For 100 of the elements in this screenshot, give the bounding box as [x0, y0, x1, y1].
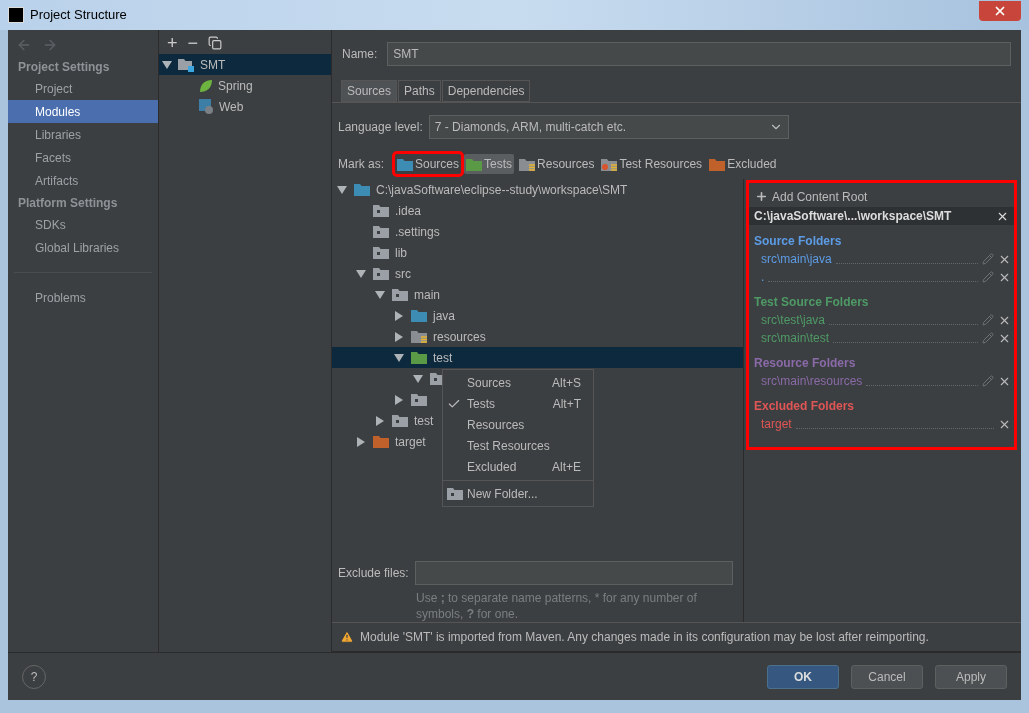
nav-item[interactable]: Libraries [8, 123, 158, 146]
folder-name: main [414, 286, 440, 304]
nav-item[interactable]: Project [8, 77, 158, 100]
exclude-files-field[interactable] [414, 561, 733, 585]
folder-name: test [433, 349, 453, 367]
mark-as-button[interactable]: Test Resources [599, 154, 705, 174]
menu-item[interactable]: Sources Alt+S [443, 372, 593, 393]
leaf-icon [199, 78, 213, 93]
mark-as-button[interactable]: Tests [464, 154, 515, 174]
menu-item[interactable]: Resources [443, 414, 593, 435]
tab[interactable]: Paths [398, 80, 441, 102]
module-folder-icon [178, 57, 194, 72]
warning-icon [340, 630, 354, 644]
folder-icon [373, 267, 389, 280]
folder-path: src\main\resources [761, 373, 863, 390]
copy-icon[interactable] [208, 36, 223, 50]
folder-group-title: Test Source Folders [753, 293, 870, 311]
collapse-arrow-icon[interactable] [413, 373, 423, 384]
collapse-arrow-icon[interactable] [356, 268, 366, 279]
tree-item[interactable]: main [374, 284, 440, 305]
expand-arrow-icon[interactable] [356, 436, 366, 447]
ok-button[interactable]: OK [767, 664, 839, 689]
new-folder-icon [447, 487, 463, 500]
tree-item[interactable]: java [393, 305, 455, 326]
name-field[interactable]: SMT [387, 42, 1011, 66]
folder-name: test [414, 412, 434, 430]
nav-item[interactable]: Problems [8, 286, 158, 309]
dialog-button[interactable]: Cancel [851, 664, 923, 689]
menu-item[interactable]: Excluded Alt+E [443, 456, 593, 477]
folder-icon [354, 183, 370, 196]
tree-item[interactable]: target [355, 431, 426, 452]
plus-icon [755, 190, 768, 203]
nav-item[interactable]: Global Libraries [8, 236, 158, 259]
expand-arrow-icon[interactable] [394, 310, 404, 321]
folder-name: .idea [395, 202, 422, 220]
folder-group-title: Excluded Folders [753, 397, 856, 415]
add-button[interactable]: + [167, 34, 178, 52]
menu-item[interactable]: Tests Alt+T [443, 393, 593, 414]
mark-as-label: Mark as: [338, 156, 384, 173]
folder-path: src\test\java [761, 312, 826, 329]
mark-as-button[interactable]: Resources [517, 154, 597, 174]
folder-icon [411, 309, 427, 322]
folder-icon [373, 225, 389, 238]
web-icon [199, 99, 214, 114]
folder-name: target [395, 433, 426, 451]
folder-icon [411, 393, 427, 406]
folder-icon [373, 246, 389, 259]
folder-name: C:\javaSoftware\eclipse--study\workspace\SMT [376, 181, 628, 199]
folder-icon [397, 157, 413, 171]
add-content-root-button[interactable]: Add Content Root [749, 186, 1014, 207]
folder-icon [392, 288, 408, 301]
folder-icon [709, 157, 726, 171]
collapse-arrow-icon[interactable] [337, 184, 347, 195]
collapse-arrow-icon[interactable] [375, 289, 385, 300]
module-name: SMT [200, 56, 226, 74]
facet-item[interactable]: Web [199, 96, 244, 117]
folder-name: java [433, 307, 455, 325]
tree-item[interactable]: src [355, 263, 411, 284]
nav-item[interactable]: Facets [8, 146, 158, 169]
module-row[interactable]: SMT [159, 54, 331, 75]
collapse-arrow-icon[interactable] [394, 352, 404, 363]
tree-item[interactable]: .settings [355, 221, 440, 242]
folder-path: src\main\test [761, 330, 829, 347]
exclude-files-label: Exclude files: [338, 565, 409, 582]
nav-item[interactable]: Modules [8, 100, 158, 123]
expand-arrow-icon[interactable] [394, 394, 404, 405]
tree-item[interactable]: test [374, 410, 434, 431]
content-root-path: C:\javaSoftware\...\workspace\SMT [754, 208, 953, 225]
tab[interactable]: Dependencies [441, 80, 531, 102]
menu-item[interactable]: Test Resources [443, 435, 593, 456]
nav-item[interactable]: SDKs [8, 213, 158, 236]
remove-button[interactable]: − [187, 34, 199, 52]
mark-as-button[interactable]: Excluded [707, 154, 779, 174]
nav-item[interactable]: Artifacts [8, 169, 158, 192]
collapse-arrow-icon[interactable] [162, 59, 172, 70]
folder-icon [601, 157, 618, 171]
window-title: Project Structure [30, 6, 127, 25]
folder-name: lib [395, 244, 407, 262]
tree-row[interactable]: test [332, 347, 743, 368]
folder-icon [373, 204, 389, 217]
folder-name: src [395, 265, 411, 283]
expand-arrow-icon[interactable] [375, 415, 385, 426]
facet-item[interactable]: Spring [199, 75, 253, 96]
facet-name: Spring [218, 77, 253, 95]
close-icon [993, 4, 1007, 18]
folder-group-title: Source Folders [753, 232, 843, 250]
language-level-dropdown[interactable]: 7 - Diamonds, ARM, multi-catch etc. [428, 115, 789, 139]
tab[interactable]: Sources [341, 80, 398, 102]
tree-item[interactable]: lib [355, 242, 407, 263]
tree-item[interactable]: resources [393, 326, 486, 347]
close-button[interactable] [979, 1, 1021, 21]
mark-as-button[interactable]: Sources [395, 154, 462, 174]
folder-icon [466, 157, 483, 171]
expand-arrow-icon[interactable] [394, 331, 404, 342]
dialog-button[interactable]: Apply [935, 664, 1007, 689]
tree-item[interactable]: .idea [355, 200, 422, 221]
tree-item[interactable]: C:\javaSoftware\eclipse--study\workspace\SMT [336, 179, 628, 200]
menu-item[interactable]: New Folder... [443, 483, 593, 504]
folder-icon [392, 414, 408, 427]
folder-name: .settings [395, 223, 440, 241]
